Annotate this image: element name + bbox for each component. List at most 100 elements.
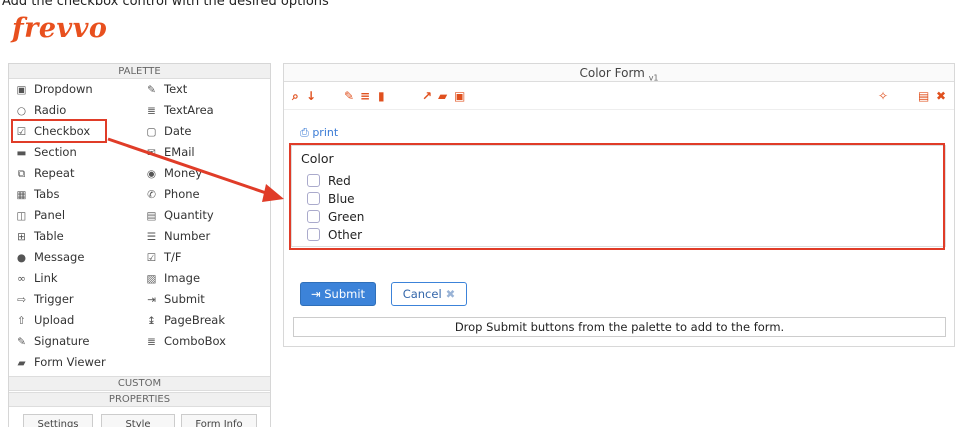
palette-item-label: Signature (34, 334, 90, 348)
palette-item-email[interactable]: ✉ EMail (145, 142, 195, 162)
palette-item-section[interactable]: ▬ Section (15, 142, 77, 162)
tab-settings[interactable]: Settings (23, 414, 93, 427)
pencil-icon: ✎ (17, 336, 26, 348)
cancel-label: Cancel (402, 287, 442, 301)
palette-item-label: Table (34, 229, 64, 243)
image-icon: ▨ (146, 273, 157, 285)
palette-item-t-f[interactable]: ☑ T/F (145, 247, 182, 267)
form-title-text: Color Form (579, 66, 645, 80)
palette-item-signature[interactable]: ✎ Signature (15, 331, 89, 351)
palette-item-link[interactable]: ∞ Link (15, 268, 58, 288)
search-icon[interactable]: ⌕ (292, 89, 299, 103)
print-link[interactable]: ⎙ print (300, 126, 338, 140)
palette-item-label: Phone (164, 187, 200, 201)
arrow-down-icon[interactable]: ↓ (306, 89, 316, 103)
tabs-icon: ▦ (16, 189, 27, 201)
save-icon[interactable]: ▤ (918, 89, 929, 103)
close-icon[interactable]: ✖ (936, 89, 946, 103)
palette-item-table[interactable]: ⊞ Table (15, 226, 64, 246)
palette-header: PALETTE (9, 64, 270, 79)
palette-item-label: Text (164, 82, 188, 96)
form-title: Color Form v1 (284, 64, 954, 82)
repeat-icon: ⧉ (17, 168, 26, 180)
palette-item-number[interactable]: ☰ Number (145, 226, 210, 246)
palette-item-label: T/F (164, 250, 182, 264)
sign-in-icon: ⇥ (310, 287, 321, 301)
printer-icon: ⎙ (300, 126, 309, 139)
palette-item-image[interactable]: ▨ Image (145, 268, 201, 288)
palette-item-label: Number (164, 229, 211, 243)
pagebreak-icon: ↨ (147, 315, 156, 327)
palette-item-label: EMail (164, 145, 195, 159)
checkbox-tf-icon: ☑ (146, 252, 157, 264)
edit-icon: ✎ (147, 84, 156, 96)
pencil-icon[interactable]: ✎ (344, 89, 354, 103)
palette-item-submit[interactable]: ⇥ Submit (145, 289, 205, 309)
palette-item-label: Upload (34, 313, 75, 327)
designer-toolbar: ⌕ ↓ ✎ ≡ ▮ ↗ ▰ ▣ ✧ ▤ ✖ (284, 82, 954, 110)
magic-wand-icon[interactable]: ✧ (878, 89, 888, 103)
number-list-icon: ☰ (146, 231, 157, 243)
link-icon: ∞ (17, 273, 26, 285)
submit-icon: ⇥ (147, 294, 156, 306)
combobox-icon: ≣ (147, 336, 156, 348)
palette-item-label: Dropdown (34, 82, 93, 96)
palette-item-textarea[interactable]: ≣ TextArea (145, 100, 214, 120)
custom-header: CUSTOM (9, 376, 270, 391)
list-icon[interactable]: ≡ (360, 89, 370, 103)
phone-icon: ✆ (147, 189, 156, 201)
palette-item-panel[interactable]: ◫ Panel (15, 205, 66, 225)
palette-item-label: Message (34, 250, 85, 264)
cancel-button[interactable]: Cancel ✖ (391, 282, 467, 306)
color-control-highlight-annotation (289, 143, 945, 250)
palette-item-label: Panel (34, 208, 66, 222)
folder-icon: ▬ (16, 147, 27, 159)
print-label: print (312, 126, 339, 139)
submit-button[interactable]: ⇥ Submit (300, 282, 376, 306)
keyboard-icon: ▤ (146, 210, 157, 222)
palette-item-repeat[interactable]: ⧉ Repeat (15, 163, 75, 183)
palette-item-label: Repeat (34, 166, 75, 180)
money-icon: ◉ (146, 168, 157, 180)
table-icon: ⊞ (17, 231, 26, 243)
palette-item-label: Radio (34, 103, 67, 117)
palette-item-label: Form Viewer (34, 355, 106, 369)
lock-icon[interactable]: ▣ (454, 89, 465, 103)
document-icon[interactable]: ▮ (378, 89, 385, 103)
palette-item-upload[interactable]: ⇧ Upload (15, 310, 74, 330)
palette-item-quantity[interactable]: ▤ Quantity (145, 205, 214, 225)
palette-item-date[interactable]: ▢ Date (145, 121, 192, 141)
palette-item-radio[interactable]: ○ Radio (15, 100, 66, 120)
external-link-icon[interactable]: ↗ (422, 89, 432, 103)
palette-item-label: Section (34, 145, 77, 159)
palette-item-label: Quantity (164, 208, 214, 222)
textarea-icon: ≣ (147, 105, 156, 117)
palette-item-message[interactable]: ● Message (15, 247, 85, 267)
calendar-icon: ▢ (146, 126, 157, 138)
checkbox-highlight-annotation (11, 119, 107, 143)
palette-item-pagebreak[interactable]: ↨ PageBreak (145, 310, 225, 330)
palette-item-form-viewer[interactable]: ▰ Form Viewer (15, 352, 106, 372)
palette-item-label: Tabs (34, 187, 60, 201)
palette-item-money[interactable]: ◉ Money (145, 163, 202, 183)
submit-drop-zone[interactable]: Drop Submit buttons from the palette to … (293, 317, 946, 337)
palette-item-label: Submit (164, 292, 205, 306)
palette-item-label: Link (34, 271, 58, 285)
upload-icon: ⇧ (17, 315, 26, 327)
tab-style[interactable]: Style (101, 414, 175, 427)
book-icon[interactable]: ▰ (438, 89, 447, 103)
palette-item-dropdown[interactable]: ▣ Dropdown (15, 79, 93, 99)
book-icon: ▰ (17, 357, 26, 369)
properties-header: PROPERTIES (9, 392, 270, 407)
tab-form-info[interactable]: Form Info (181, 414, 257, 427)
palette-item-text[interactable]: ✎ Text (145, 79, 187, 99)
palette-item-phone[interactable]: ✆ Phone (145, 184, 200, 204)
palette-item-label: ComboBox (164, 334, 226, 348)
palette-item-label: PageBreak (164, 313, 225, 327)
palette-item-label: Trigger (34, 292, 74, 306)
palette-item-combobox[interactable]: ≣ ComboBox (145, 331, 226, 351)
palette-item-tabs[interactable]: ▦ Tabs (15, 184, 60, 204)
email-icon: ✉ (147, 147, 156, 159)
frevvo-logo: frevvo (12, 13, 108, 44)
palette-item-trigger[interactable]: ⇨ Trigger (15, 289, 74, 309)
